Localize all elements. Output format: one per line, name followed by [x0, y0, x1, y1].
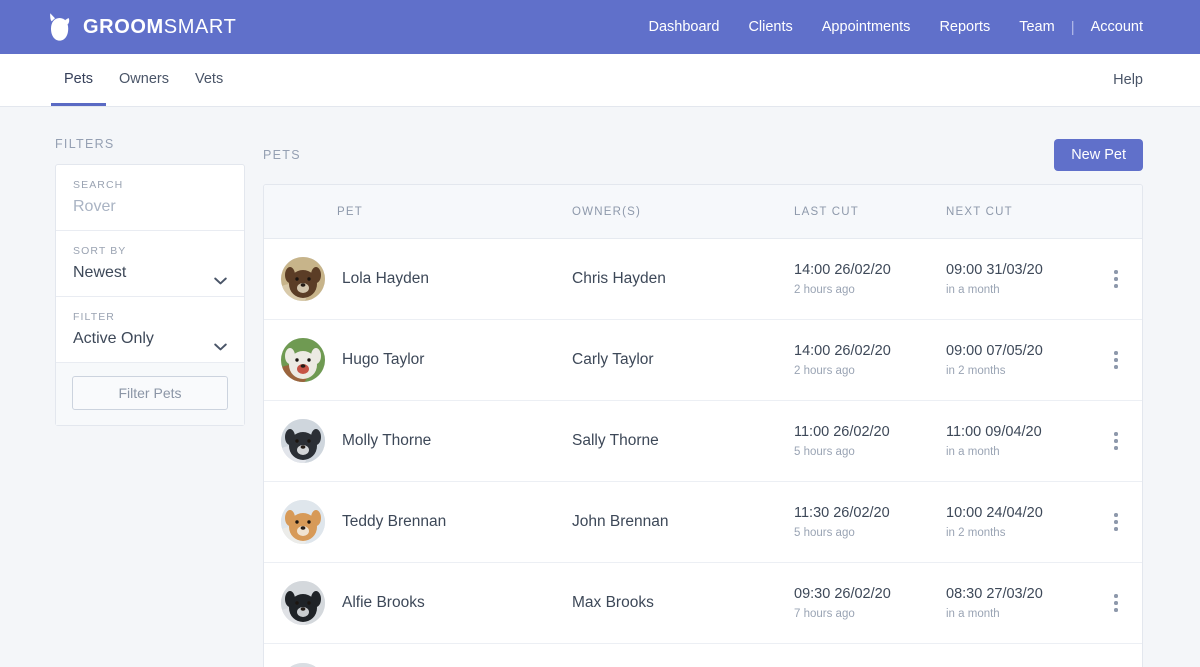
last-cut-relative: 5 hours ago [794, 527, 855, 539]
next-cut-date: 10:00 24/04/20 [946, 505, 1043, 521]
owner-name: Sally Thorne [572, 432, 659, 449]
table-row[interactable]: Molly Thorne Sally Thorne 11:00 26/02/20 5 … [264, 401, 1142, 482]
last-cut-relative: 2 hours ago [794, 284, 855, 296]
section-tab-bar: Pets Owners Vets Help [0, 54, 1200, 107]
table-row[interactable]: Teddy Brennan John Brennan 11:30 26/02/20 5… [264, 482, 1142, 563]
nav-item-dashboard[interactable]: Dashboard [649, 19, 720, 35]
pet-name: Hugo Taylor [342, 351, 425, 368]
nav-item-clients[interactable]: Clients [748, 19, 792, 35]
pet-avatar-partial [281, 662, 325, 667]
more-vertical-icon[interactable] [1110, 509, 1122, 535]
owner-name: Carly Taylor [572, 351, 654, 368]
next-cut-relative: in a month [946, 446, 1000, 458]
tab-list: Pets Owners Vets [51, 54, 236, 106]
next-cut-relative: in a month [946, 608, 1000, 620]
last-cut-date: 14:00 26/02/20 [794, 262, 891, 278]
top-brand-bar: GROOMSMART Dashboard Clients Appointment… [0, 0, 1200, 54]
column-header-last-cut: LAST CUT [794, 205, 859, 218]
brand-name: GROOMSMART [83, 15, 237, 38]
column-header-next-cut: NEXT CUT [946, 205, 1013, 218]
next-cut-relative: in 2 months [946, 527, 1006, 539]
filter-field-group[interactable]: FILTER Active Only [56, 297, 244, 363]
owner-name: Chris Hayden [572, 270, 666, 287]
pet-name: Molly Thorne [342, 432, 432, 449]
next-cut-date: 08:30 27/03/20 [946, 586, 1043, 602]
filter-select[interactable]: Active Only [73, 329, 227, 349]
pets-header-row: PETS New Pet [263, 136, 1143, 174]
owner-name: John Brennan [572, 513, 669, 530]
column-header-owner: OWNER(S) [572, 205, 642, 218]
page-body: FILTERS SEARCH Rover SORT BY Newest FILT… [0, 107, 1200, 667]
pets-heading: PETS [263, 148, 301, 162]
last-cut-relative: 7 hours ago [794, 608, 855, 620]
nav-item-appointments[interactable]: Appointments [822, 19, 911, 35]
pets-main: PETS New Pet PET OWNER(S) LAST CUT NEXT … [263, 136, 1143, 667]
search-input[interactable]: Rover [73, 197, 227, 217]
pets-table-header: PET OWNER(S) LAST CUT NEXT CUT [264, 185, 1142, 239]
search-label: SEARCH [73, 179, 124, 191]
filter-label: FILTER [73, 311, 115, 323]
table-row[interactable]: 09:00 26/02/2010:00 08/05/20 [264, 644, 1142, 667]
new-pet-button[interactable]: New Pet [1054, 139, 1143, 171]
filters-footer: Filter Pets [56, 363, 244, 425]
filters-sidebar: FILTERS SEARCH Rover SORT BY Newest FILT… [55, 136, 245, 426]
chevron-down-icon[interactable] [214, 338, 227, 351]
last-cut-date: 14:00 26/02/20 [794, 343, 891, 359]
next-cut-date: 09:00 31/03/20 [946, 262, 1043, 278]
pet-name: Teddy Brennan [342, 513, 447, 530]
pets-table: PET OWNER(S) LAST CUT NEXT CUT Lola Hayd… [263, 184, 1143, 667]
nav-item-team[interactable]: Team [1019, 19, 1054, 35]
tab-vets[interactable]: Vets [182, 54, 236, 106]
pet-name: Lola Hayden [342, 270, 430, 287]
column-header-pet: PET [337, 205, 363, 218]
table-row[interactable]: Lola Hayden Chris Hayden 14:00 26/02/20 2 h… [264, 239, 1142, 320]
pet-avatar-hugo [281, 338, 325, 382]
next-cut-relative: in 2 months [946, 365, 1006, 377]
more-vertical-icon[interactable] [1110, 428, 1122, 454]
next-cut-date: 09:00 07/05/20 [946, 343, 1043, 359]
help-link[interactable]: Help [1113, 54, 1143, 106]
sort-by-select[interactable]: Newest [73, 263, 227, 283]
table-row[interactable]: Alfie Brooks Max Brooks 09:30 26/02/20 7 ho… [264, 563, 1142, 644]
last-cut-date: 09:30 26/02/20 [794, 586, 891, 602]
last-cut-relative: 5 hours ago [794, 446, 855, 458]
pets-table-body: Lola Hayden Chris Hayden 14:00 26/02/20 2 h… [264, 239, 1142, 667]
last-cut-date: 11:00 26/02/20 [794, 424, 890, 440]
dog-head-icon [47, 12, 73, 42]
pet-avatar-alfie [281, 581, 325, 625]
last-cut-date: 11:30 26/02/20 [794, 505, 890, 521]
pet-avatar-lola [281, 257, 325, 301]
tab-pets[interactable]: Pets [51, 54, 107, 106]
nav-item-reports[interactable]: Reports [939, 19, 990, 35]
filter-pets-button[interactable]: Filter Pets [72, 376, 228, 410]
more-vertical-icon[interactable] [1110, 266, 1122, 292]
tab-owners[interactable]: Owners [106, 54, 182, 106]
search-field-group[interactable]: SEARCH Rover [56, 165, 244, 231]
chevron-down-icon[interactable] [214, 272, 227, 285]
more-vertical-icon[interactable] [1110, 347, 1122, 373]
sort-by-label: SORT BY [73, 245, 127, 257]
nav-separator: | [1070, 18, 1075, 36]
last-cut-relative: 2 hours ago [794, 365, 855, 377]
pet-avatar-molly [281, 419, 325, 463]
next-cut-date: 11:00 09/04/20 [946, 424, 1042, 440]
brand-logo-group[interactable]: GROOMSMART [47, 12, 236, 42]
nav-item-account[interactable]: Account [1091, 19, 1143, 35]
sort-by-field-group[interactable]: SORT BY Newest [56, 231, 244, 297]
filters-heading: FILTERS [55, 137, 115, 151]
filters-card: SEARCH Rover SORT BY Newest FILTER Activ… [55, 164, 245, 426]
primary-nav: Dashboard Clients Appointments Reports T… [649, 19, 1144, 36]
next-cut-relative: in a month [946, 284, 1000, 296]
table-row[interactable]: Hugo Taylor Carly Taylor 14:00 26/02/20 2 h… [264, 320, 1142, 401]
owner-name: Max Brooks [572, 594, 654, 611]
more-vertical-icon[interactable] [1110, 590, 1122, 616]
pet-avatar-teddy [281, 500, 325, 544]
pet-name: Alfie Brooks [342, 594, 425, 611]
